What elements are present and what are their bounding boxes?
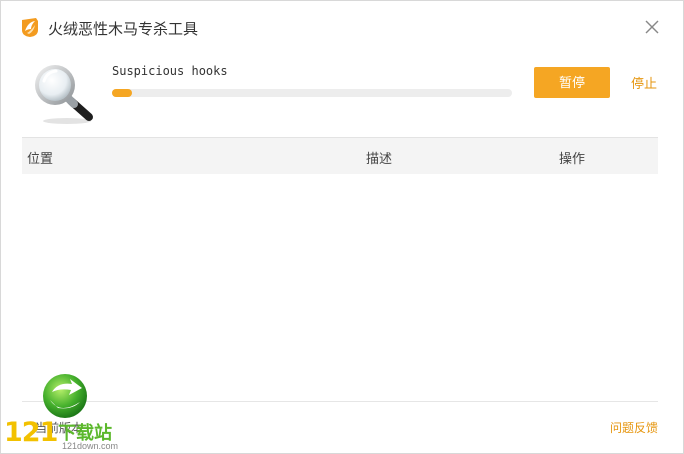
scan-progress-bar — [112, 89, 512, 97]
title-bar: 火绒恶性木马专杀工具 — [1, 1, 683, 53]
watermark-url: 121down.com — [62, 441, 119, 451]
column-action: 操作 — [559, 151, 586, 166]
huorong-logo-icon — [22, 18, 38, 37]
magnifier-icon — [35, 65, 93, 124]
stop-button[interactable]: 停止 — [631, 73, 657, 92]
watermark-number: 121 — [4, 417, 58, 448]
results-table-header: 位置 描述 操作 — [22, 137, 658, 174]
scan-status-text: Suspicious hooks — [112, 64, 228, 78]
feedback-link[interactable]: 问题反馈 — [610, 419, 658, 436]
pause-button[interactable]: 暂停 — [534, 67, 610, 98]
column-description: 描述 — [366, 151, 393, 166]
scan-progress-fill — [112, 89, 132, 97]
column-location: 位置 — [27, 151, 54, 166]
close-icon[interactable] — [643, 18, 661, 36]
window-title: 火绒恶性木马专杀工具 — [48, 21, 199, 38]
